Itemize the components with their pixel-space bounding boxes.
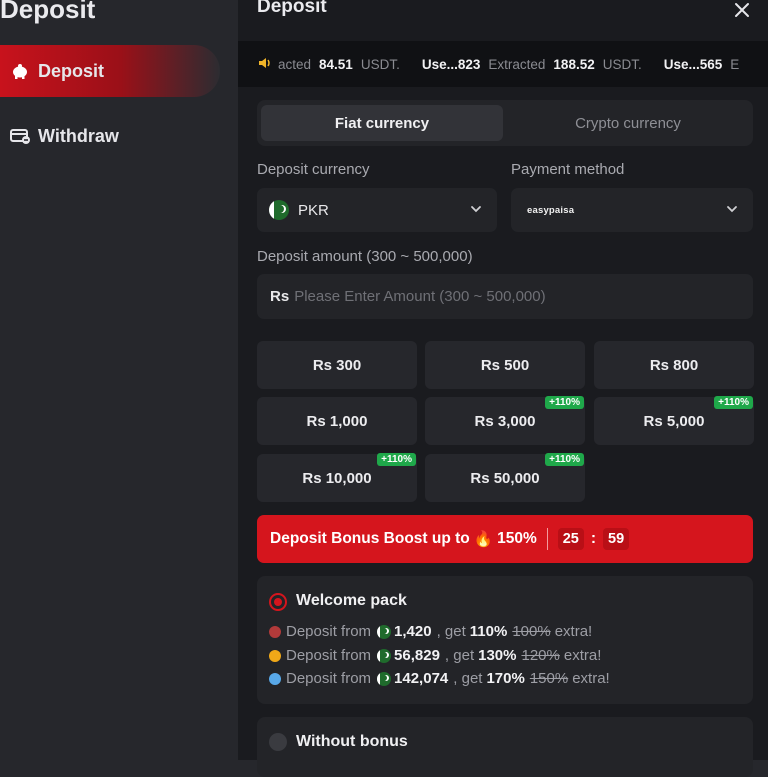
speaker-icon xyxy=(258,57,272,72)
sidebar-item-label: Deposit xyxy=(38,60,105,81)
currency-value: PKR xyxy=(298,201,329,219)
radio-selected[interactable] xyxy=(269,593,287,611)
sidebar: Deposit Deposit Withdraw xyxy=(0,0,238,760)
bonus-row: Deposit from 142,074 , get 170% 150% ext… xyxy=(269,670,610,687)
payment-method-select[interactable]: easypaisa xyxy=(511,188,753,232)
currency-tabs: Fiat currency Crypto currency xyxy=(257,100,753,146)
without-bonus-option[interactable]: Without bonus xyxy=(257,717,753,777)
withdraw-ticker: acted 84.51 USDT. Use...823 Extracted 18… xyxy=(238,41,768,87)
amount-chip-label: Rs 3,000 xyxy=(474,412,536,430)
amount-prefix: Rs xyxy=(270,288,290,305)
boost-percent: 150% xyxy=(497,530,537,547)
easypaisa-logo: easypaisa xyxy=(527,204,575,216)
amount-chip-label: Rs 5,000 xyxy=(643,412,705,430)
bonus-percent: 130% xyxy=(478,647,517,664)
currency-select[interactable]: PKR xyxy=(257,188,497,232)
amount-chip[interactable]: Rs 10,000 +110% xyxy=(257,453,417,502)
bonus-amount: 1,420 xyxy=(394,623,432,640)
amount-chip[interactable]: Rs 5,000 +110% xyxy=(594,396,754,445)
sidebar-item-label: Withdraw xyxy=(38,125,119,146)
payment-method-label: Payment method xyxy=(511,161,625,178)
bonus-amount: 56,829 xyxy=(394,647,440,664)
ticker-verb: acted xyxy=(278,56,312,72)
amount-chip-label: Rs 50,000 xyxy=(470,469,540,487)
bonus-amount: 142,074 xyxy=(394,670,449,687)
page-title: Deposit xyxy=(257,0,327,17)
bonus-prefix: Deposit from xyxy=(286,670,372,687)
amount-placeholder: Please Enter Amount (300 ~ 500,000) xyxy=(294,288,546,305)
ticker-verb: Extracted xyxy=(488,56,546,72)
amount-chip-label: Rs 1,000 xyxy=(306,412,368,430)
ticker-user: Use...823 xyxy=(421,56,481,72)
bonus-badge: +110% xyxy=(545,396,584,409)
bonus-get: , get xyxy=(444,647,475,664)
timer-minutes: 25 xyxy=(557,528,584,550)
sidebar-item-withdraw[interactable]: Withdraw xyxy=(0,110,220,162)
ticker-unit: USDT. xyxy=(360,56,400,72)
fire-icon: 🔥 xyxy=(473,530,494,548)
bonus-get: , get xyxy=(436,623,466,640)
piggy-bank-icon xyxy=(10,61,30,81)
amount-chip[interactable]: Rs 1,000 xyxy=(257,397,417,445)
boost-text: Deposit Bonus Boost up to xyxy=(270,530,470,547)
amount-chip[interactable]: Rs 500 xyxy=(425,341,585,389)
bonus-old-percent: 100% xyxy=(512,623,551,640)
pakistan-flag-icon xyxy=(377,671,392,686)
amount-input[interactable]: Rs Please Enter Amount (300 ~ 500,000) xyxy=(257,274,753,319)
bonus-old-percent: 150% xyxy=(529,670,569,687)
amount-chip[interactable]: Rs 800 xyxy=(594,341,754,389)
pakistan-flag-icon xyxy=(269,200,289,220)
pakistan-flag-icon xyxy=(377,624,392,639)
bonus-old-percent: 120% xyxy=(521,647,560,664)
bonus-suffix: extra! xyxy=(572,670,610,687)
ticker-user: Use...565 xyxy=(663,56,723,72)
tier-dot-icon xyxy=(269,672,281,685)
bonus-percent: 110% xyxy=(469,623,508,640)
chevron-down-icon xyxy=(471,206,481,213)
pakistan-flag-icon xyxy=(377,648,392,663)
bonus-row: Deposit from 1,420 , get 110% 100% extra… xyxy=(269,623,592,640)
tier-dot-icon xyxy=(269,625,281,638)
without-bonus-title: Without bonus xyxy=(296,733,408,750)
bonus-suffix: extra! xyxy=(554,623,593,640)
bonus-badge: +110% xyxy=(714,396,753,409)
bonus-percent: 170% xyxy=(486,670,525,687)
amount-chip[interactable]: Rs 300 xyxy=(257,341,417,389)
ticker-amount: 188.52 xyxy=(553,56,595,72)
tab-fiat-currency[interactable]: Fiat currency xyxy=(261,105,503,141)
amount-chip-label: Rs 300 xyxy=(312,356,362,374)
deposit-amount-label: Deposit amount (300 ~ 500,000) xyxy=(257,248,473,265)
bonus-badge: +110% xyxy=(377,453,416,466)
bonus-badge: +110% xyxy=(545,453,584,466)
bonus-row: Deposit from 56,829 , get 130% 120% extr… xyxy=(269,647,601,664)
chevron-down-icon xyxy=(727,206,737,213)
tier-dot-icon xyxy=(269,649,281,662)
amount-chip[interactable]: Rs 50,000 +110% xyxy=(425,453,585,502)
close-icon[interactable] xyxy=(732,0,752,20)
amount-chip-label: Rs 10,000 xyxy=(302,469,372,487)
deposit-currency-label: Deposit currency xyxy=(257,161,370,178)
bonus-boost-banner: Deposit Bonus Boost up to 🔥 150% 25 : 59 xyxy=(257,515,753,563)
ticker-amount: 84.51 xyxy=(319,56,353,72)
bonus-suffix: extra! xyxy=(563,647,602,664)
sidebar-item-deposit[interactable]: Deposit xyxy=(0,45,220,97)
welcome-pack-option[interactable]: Welcome pack Deposit from 1,420 , get 11… xyxy=(257,576,753,704)
timer-seconds: 59 xyxy=(603,528,630,550)
welcome-pack-title: Welcome pack xyxy=(296,592,407,609)
ticker-unit: USDT. xyxy=(602,56,642,72)
card-withdraw-icon xyxy=(10,126,30,146)
bonus-prefix: Deposit from xyxy=(286,647,372,664)
amount-chip[interactable]: Rs 3,000 +110% xyxy=(425,396,585,445)
divider xyxy=(546,528,548,550)
amount-chip-label: Rs 800 xyxy=(649,356,699,374)
amount-chip-label: Rs 500 xyxy=(480,356,530,374)
bonus-get: , get xyxy=(453,670,483,687)
ticker-verb: E xyxy=(730,56,740,72)
tab-crypto-currency[interactable]: Crypto currency xyxy=(507,105,749,141)
bonus-prefix: Deposit from xyxy=(286,623,372,640)
deposit-panel: Deposit acted 84.51 USDT. Use...823 Extr… xyxy=(238,0,768,777)
timer-colon: : xyxy=(590,530,597,547)
radio-unselected[interactable] xyxy=(269,733,287,751)
sidebar-title: Deposit xyxy=(0,0,96,24)
